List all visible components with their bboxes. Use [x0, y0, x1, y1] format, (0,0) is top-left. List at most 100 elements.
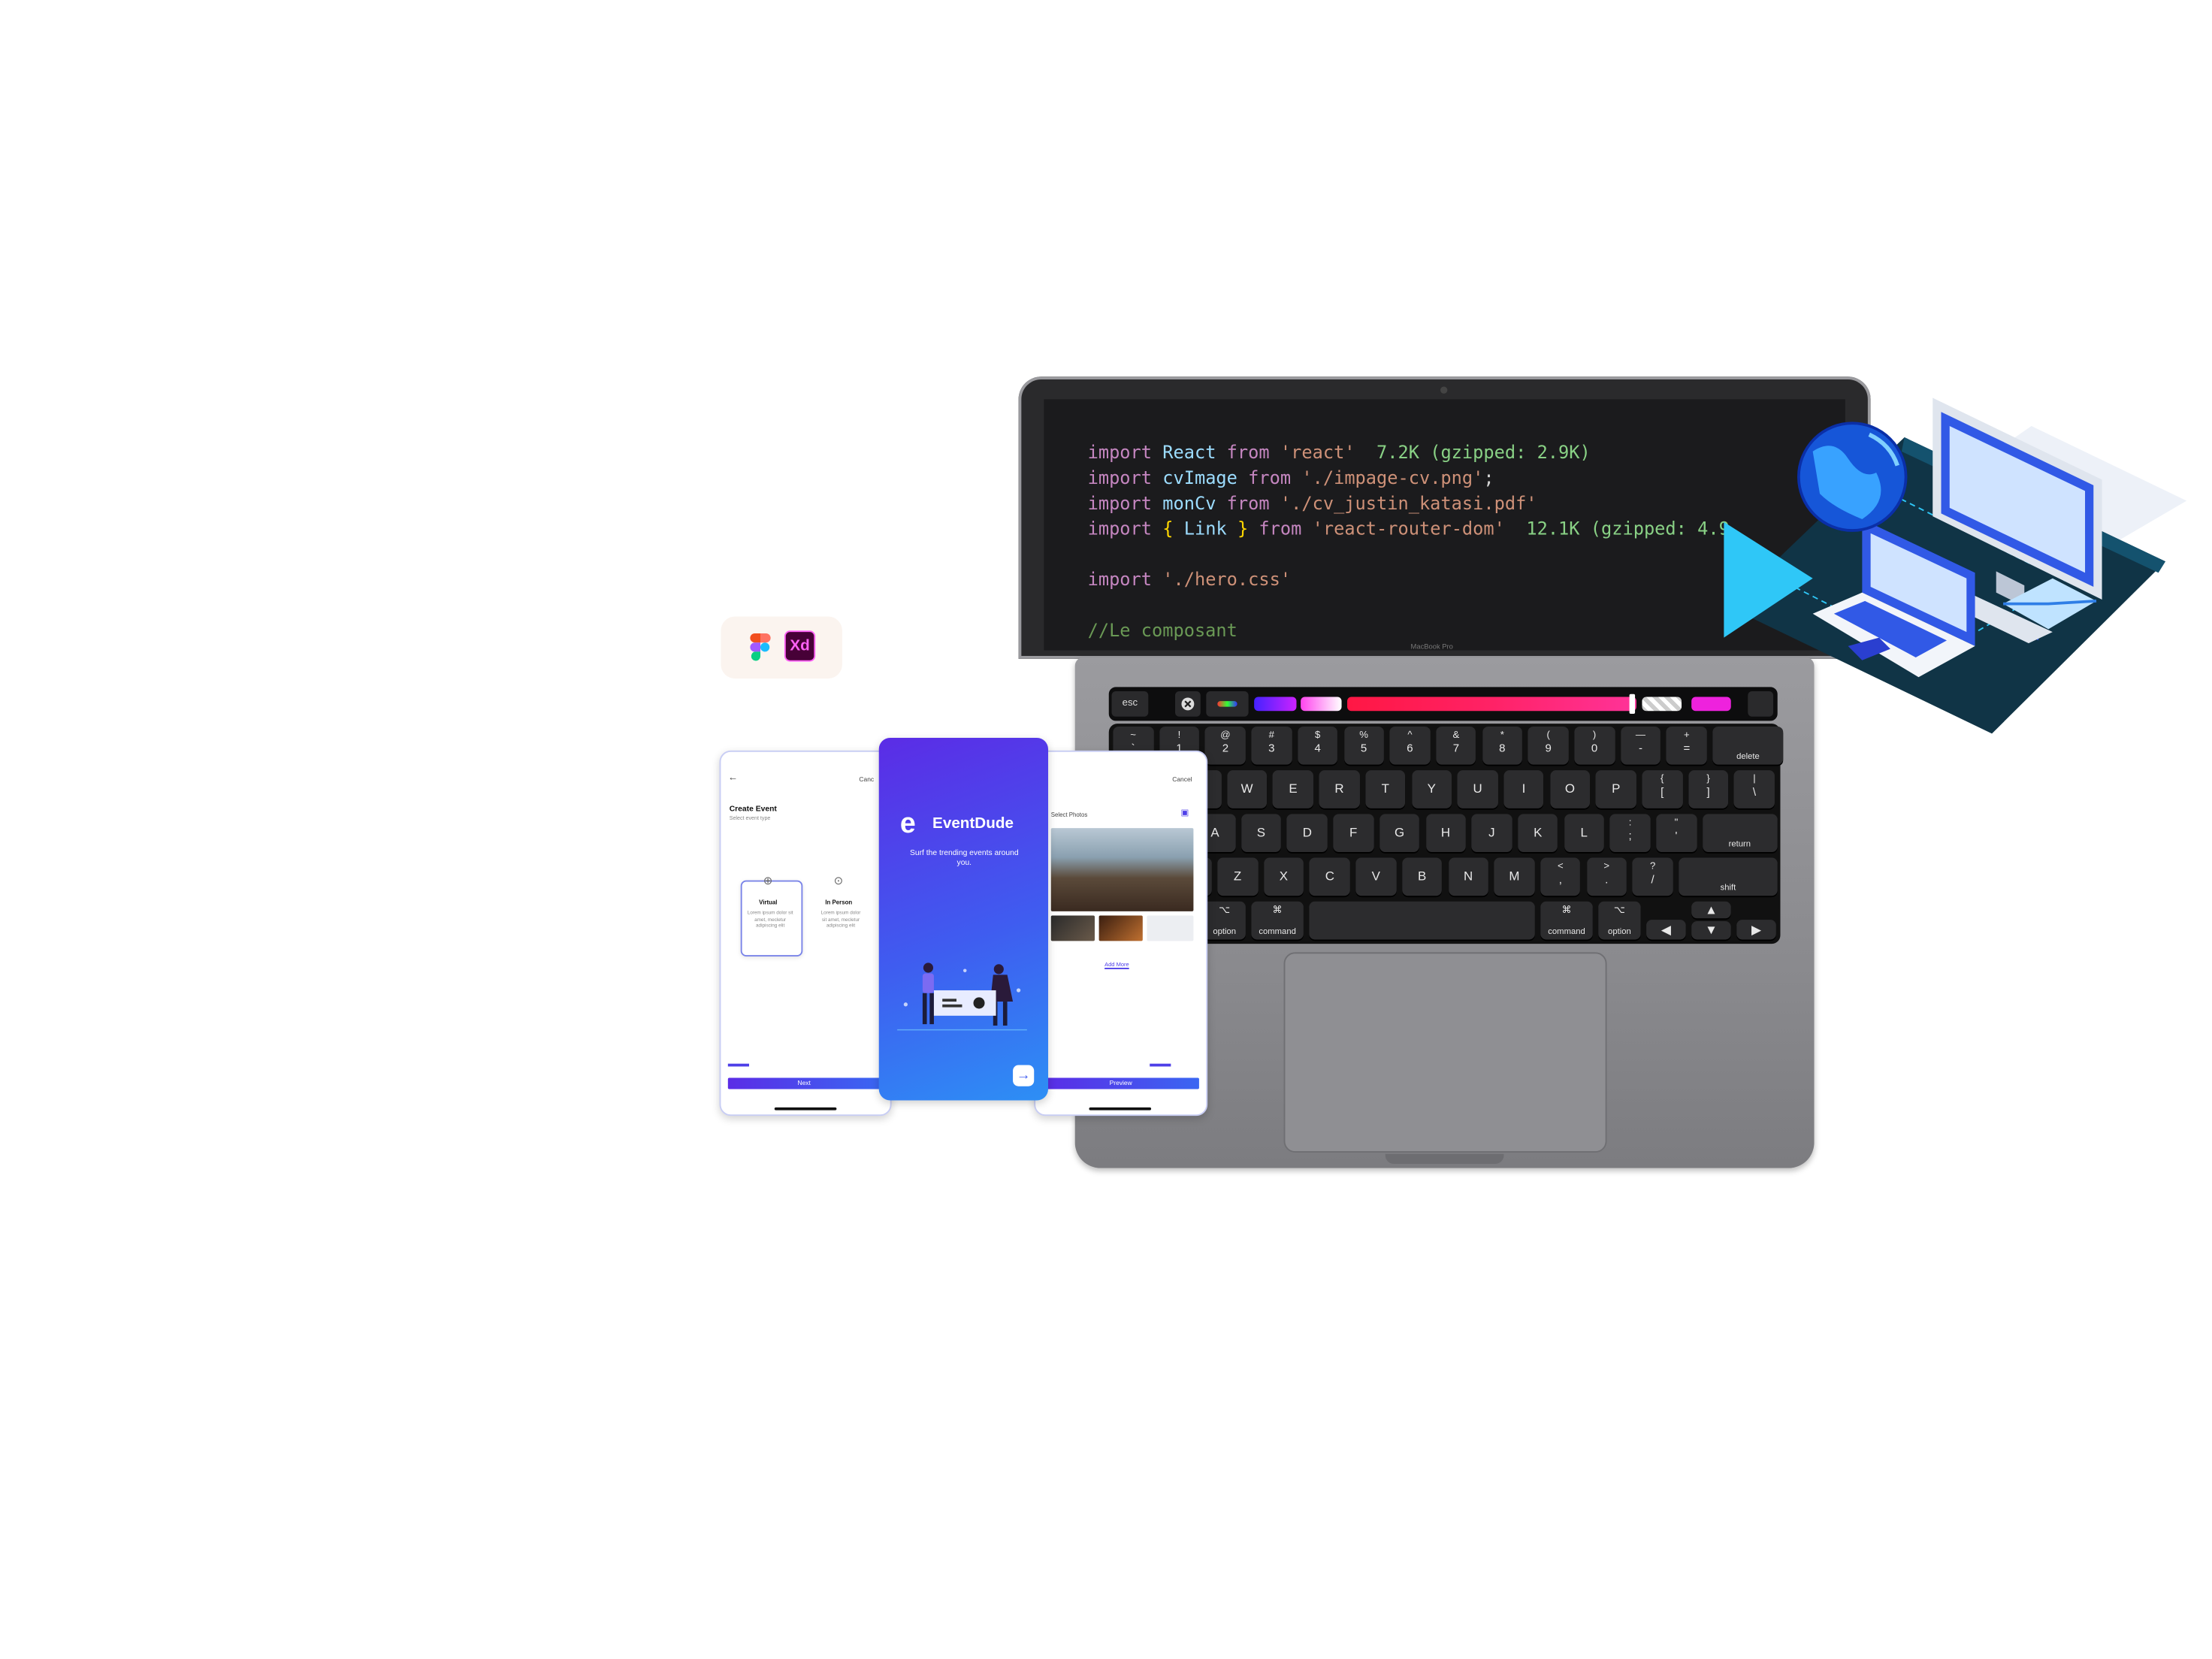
key[interactable]: * 8 [1482, 726, 1523, 765]
key[interactable]: <, [1540, 857, 1581, 896]
key-legend: N [1463, 869, 1473, 884]
key-x[interactable]: X [1263, 857, 1304, 896]
key-legend: U [1473, 781, 1482, 796]
tint-swatch[interactable] [1301, 697, 1342, 712]
key-legend: G [1395, 825, 1405, 840]
key-h[interactable]: H [1425, 814, 1466, 853]
esc-key[interactable]: esc [1111, 690, 1149, 717]
key[interactable]: @2 [1205, 726, 1246, 765]
arrow-down-key[interactable]: ▼ [1691, 921, 1731, 940]
back-arrow-icon[interactable]: ← [728, 773, 738, 783]
key[interactable]: | \ [1734, 770, 1775, 808]
key-m[interactable]: M [1494, 857, 1535, 896]
slider-handle[interactable] [1629, 694, 1636, 715]
key-legend: E [1289, 781, 1298, 796]
key-legend: @ [1220, 730, 1231, 741]
key[interactable]: ^ 6 [1389, 726, 1431, 765]
opacity-swatch[interactable] [1642, 697, 1682, 712]
left-command-key[interactable]: ⌘ command [1251, 901, 1304, 940]
key-k[interactable]: K [1518, 814, 1558, 853]
key-legend: . [1605, 873, 1609, 887]
arrow-up-key[interactable]: ▲ [1691, 901, 1731, 919]
key[interactable]: #3 [1251, 726, 1292, 765]
key[interactable]: (9 [1528, 726, 1569, 765]
arrow-right-icon[interactable]: → [1013, 1065, 1035, 1086]
key-w[interactable]: W [1226, 770, 1268, 808]
key-z[interactable]: Z [1217, 857, 1258, 896]
key-u[interactable]: U [1457, 770, 1498, 808]
key-legend: > [1603, 862, 1610, 872]
key-c[interactable]: C [1310, 857, 1350, 896]
key[interactable]: {[ [1642, 770, 1682, 808]
create-event-title: Create Event [729, 805, 777, 814]
key-y[interactable]: Y [1411, 770, 1452, 808]
color-slider[interactable] [1347, 697, 1636, 712]
key[interactable]: ) 0 [1574, 726, 1615, 765]
key[interactable]: :; [1609, 814, 1651, 853]
key[interactable]: & 7 [1436, 726, 1476, 765]
key-legend: T [1381, 781, 1390, 796]
close-icon[interactable] [1174, 690, 1201, 717]
right-shift-key[interactable]: shift [1679, 857, 1778, 896]
key[interactable]: — - [1620, 726, 1661, 765]
key-j[interactable]: J [1471, 814, 1512, 853]
key-legend: # [1268, 730, 1274, 741]
right-command-key[interactable]: ⌘ command [1540, 901, 1593, 940]
key-legend: W [1240, 781, 1253, 796]
preview-button[interactable]: Preview [1042, 1077, 1199, 1089]
key[interactable]: " ' [1656, 814, 1697, 853]
key[interactable]: % 5 [1343, 726, 1384, 765]
key-r[interactable]: R [1319, 770, 1360, 808]
key-p[interactable]: P [1596, 770, 1636, 808]
key-b[interactable]: B [1401, 857, 1443, 896]
key[interactable]: }] [1688, 770, 1729, 808]
photos-home-indicator [1089, 1107, 1152, 1111]
key-o[interactable]: O [1549, 770, 1591, 808]
main-photo[interactable] [1050, 828, 1194, 911]
key-legend: O [1564, 781, 1575, 796]
key-g[interactable]: G [1379, 814, 1420, 853]
photo-thumb-empty[interactable] [1147, 915, 1194, 941]
key-f[interactable]: F [1333, 814, 1373, 853]
key-legend: ) [1592, 730, 1597, 741]
key[interactable]: $4 [1297, 726, 1338, 765]
key-legend: 0 [1591, 742, 1598, 755]
color-picker-icon[interactable] [1206, 690, 1249, 717]
photo-thumb-1[interactable] [1050, 915, 1095, 941]
trackpad[interactable] [1283, 952, 1607, 1153]
code-token: import [1087, 518, 1153, 539]
key-legend: 9 [1545, 742, 1552, 755]
arrow-right-key[interactable]: ▶ [1736, 920, 1776, 940]
key-l[interactable]: L [1564, 814, 1604, 853]
key-t[interactable]: T [1365, 770, 1406, 808]
code-token: //Le composant [1087, 619, 1237, 641]
add-more-link[interactable]: Add More [1104, 961, 1129, 968]
key-i[interactable]: I [1503, 770, 1544, 808]
progress-indicator [727, 1063, 749, 1067]
hue-swatch[interactable] [1254, 697, 1297, 712]
next-button[interactable]: Next [727, 1077, 881, 1089]
key-legend: P [1612, 781, 1621, 796]
key[interactable]: >. [1586, 857, 1627, 896]
key-e[interactable]: E [1273, 770, 1313, 808]
key-legend: ⌥ [1219, 905, 1231, 916]
return-key[interactable]: return [1702, 814, 1778, 853]
key-v[interactable]: V [1355, 857, 1397, 896]
cancel-link[interactable]: Canc [859, 776, 874, 783]
photos-cancel-link[interactable]: Cancel [1172, 776, 1192, 783]
design-tools-badge [721, 616, 842, 679]
space-bar[interactable] [1309, 901, 1535, 940]
key-legend: command [1259, 928, 1296, 937]
option-in-person-title[interactable]: In Person [825, 899, 852, 905]
key[interactable]: ? / [1632, 857, 1673, 896]
left-option-key[interactable]: ⌥ option [1203, 901, 1246, 940]
photo-thumb-2[interactable] [1098, 915, 1143, 941]
gallery-icon[interactable]: ▣ [1181, 808, 1189, 818]
key-s[interactable]: S [1240, 814, 1282, 853]
key-legend: $ [1315, 730, 1321, 741]
right-option-key[interactable]: ⌥ option [1598, 901, 1641, 940]
arrow-left-key[interactable]: ◀ [1646, 920, 1686, 940]
key-d[interactable]: D [1287, 814, 1328, 853]
key-n[interactable]: N [1448, 857, 1488, 896]
